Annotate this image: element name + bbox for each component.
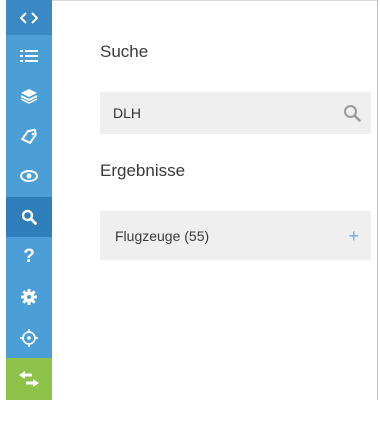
results-heading: Ergebnisse	[100, 161, 186, 180]
sidebar-toggle-button[interactable]	[6, 0, 52, 36]
search-heading: Suche	[100, 42, 149, 61]
crosshair-icon	[20, 328, 38, 347]
sidebar-item-layers[interactable]	[6, 76, 52, 116]
sidebar-item-help[interactable]: ?	[6, 237, 52, 277]
result-item-label: Flugzeuge (55)	[115, 227, 210, 244]
sidebar-item-swap[interactable]	[6, 357, 52, 401]
layers-icon	[20, 88, 38, 104]
list-icon	[20, 49, 38, 63]
panel-right-border	[377, 0, 378, 400]
code-toggle-icon	[20, 11, 38, 24]
sidebar-item-search[interactable]	[6, 196, 52, 237]
sidebar-item-list[interactable]	[6, 35, 52, 75]
help-icon: ?	[23, 246, 35, 267]
app-window: ? Suche DLH Ergebnisse Flugzeuge (55) +	[0, 0, 380, 423]
swap-arrows-icon	[19, 370, 39, 387]
result-item-aircraft[interactable]: Flugzeuge (55) +	[100, 211, 371, 260]
search-icon	[21, 209, 37, 225]
search-panel: Suche Ergebnisse Flugzeuge (55) +	[52, 0, 377, 400]
sidebar-item-settings[interactable]	[6, 277, 52, 317]
eye-icon	[20, 170, 38, 183]
sidebar-item-tags[interactable]	[6, 116, 52, 156]
tags-icon	[20, 128, 38, 145]
gear-icon	[21, 289, 37, 306]
sidebar: ?	[6, 0, 52, 401]
plus-icon[interactable]: +	[348, 227, 359, 245]
sidebar-item-locate[interactable]	[6, 317, 52, 357]
search-box	[100, 92, 371, 134]
sidebar-item-view[interactable]	[6, 156, 52, 196]
search-icon[interactable]	[343, 104, 361, 122]
search-input[interactable]	[100, 92, 330, 134]
